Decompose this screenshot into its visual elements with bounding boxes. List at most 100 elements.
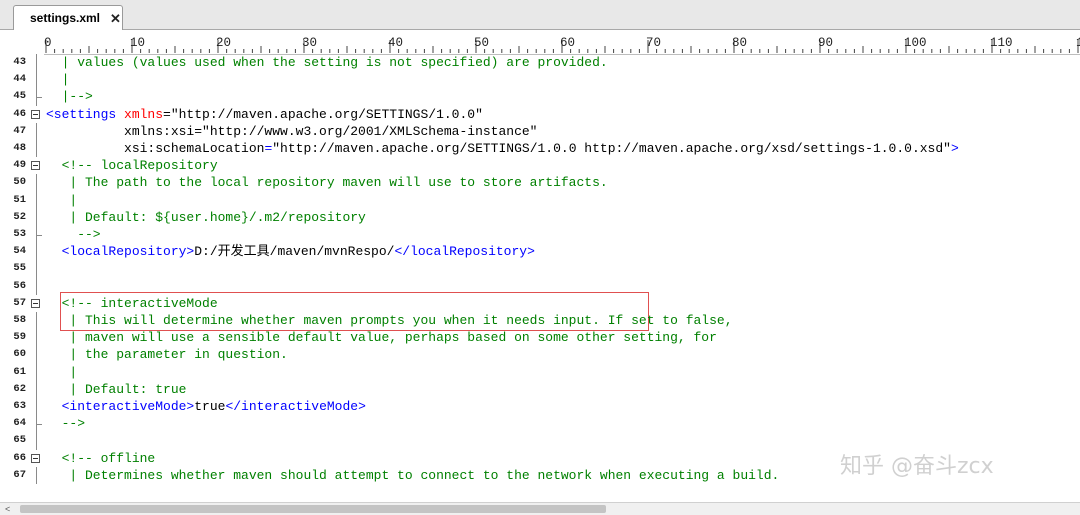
close-icon[interactable]: ✕ <box>110 12 121 25</box>
code-token: | maven will use a sensible default valu… <box>46 330 717 346</box>
line-number: 55 <box>13 262 26 275</box>
tab-title: settings.xml <box>30 11 101 25</box>
code-line[interactable]: 53 --> <box>0 226 1080 243</box>
code-line[interactable]: 58 | This will determine whether maven p… <box>0 312 1080 329</box>
code-text: <!-- localRepository <box>46 157 218 174</box>
fold-collapse-icon[interactable] <box>31 453 40 463</box>
code-text: | the parameter in question. <box>46 346 287 363</box>
ruler-label: 40 <box>388 36 404 50</box>
code-text: xmlns:xsi="http://www.w3.org/2001/XMLSch… <box>46 123 537 140</box>
column-ruler: 0 10 20 30 40 50 60 70 80 90 100 110 12 <box>0 36 1080 55</box>
ruler-label: 80 <box>732 36 748 50</box>
code-line[interactable]: 43 | values (values used when the settin… <box>0 54 1080 71</box>
fold-guide <box>36 71 37 89</box>
fold-guide <box>36 243 37 261</box>
code-line[interactable]: 56 <box>0 278 1080 295</box>
code-line[interactable]: 50 | The path to the local repository ma… <box>0 174 1080 191</box>
code-token: |--> <box>46 89 93 105</box>
fold-guide <box>36 346 37 364</box>
code-token: | This will determine whether maven prom… <box>46 313 733 328</box>
code-line[interactable]: 61 | <box>0 364 1080 381</box>
code-line[interactable]: 52 | Default: ${user.home}/.m2/repositor… <box>0 209 1080 226</box>
code-line[interactable]: 51 | <box>0 192 1080 209</box>
fold-guide <box>36 312 37 330</box>
fold-collapse-icon[interactable] <box>31 161 40 171</box>
code-token: <settings <box>46 106 125 122</box>
fold-guide <box>36 208 37 226</box>
code-line[interactable]: 65 <box>0 432 1080 449</box>
fold-guide <box>36 54 37 72</box>
code-text: <localRepository>D:/开发工具/maven/mvnRespo/… <box>46 243 535 260</box>
code-line[interactable]: 49 <!-- localRepository <box>0 157 1080 174</box>
code-text: | This will determine whether maven prom… <box>46 312 733 329</box>
code-line[interactable]: 64 --> <box>0 415 1080 432</box>
line-number: 46 <box>13 107 26 120</box>
fold-collapse-icon[interactable] <box>31 298 40 308</box>
watermark: 知乎 @奋斗zcx <box>840 454 994 479</box>
code-token: > <box>950 141 959 156</box>
line-number: 62 <box>13 382 26 395</box>
code-line[interactable]: 60 | the parameter in question. <box>0 346 1080 363</box>
code-line[interactable]: 47 xmlns:xsi="http://www.w3.org/2001/XML… <box>0 123 1080 140</box>
code-token: --> <box>46 227 101 242</box>
code-text: | Default: ${user.home}/.m2/repository <box>46 209 365 226</box>
scroll-left-icon[interactable]: < <box>5 503 10 515</box>
fold-end-marker <box>36 424 42 426</box>
fold-guide <box>36 277 37 295</box>
code-line[interactable]: 46 <settings xmlns="http://maven.apache.o… <box>0 106 1080 123</box>
line-number: 52 <box>13 210 26 223</box>
code-text: xsi:schemaLocation="http://maven.apache.… <box>46 140 959 157</box>
line-number: 45 <box>13 90 26 103</box>
scrollbar-thumb[interactable] <box>20 505 606 513</box>
code-text: | The path to the local repository maven… <box>46 174 608 191</box>
code-line[interactable]: 45 |--> <box>0 88 1080 105</box>
code-token: | Default: true <box>46 381 187 397</box>
code-line[interactable]: 55 <box>0 260 1080 277</box>
horizontal-scrollbar[interactable]: < <box>0 502 1080 515</box>
fold-guide <box>36 191 37 209</box>
ruler-label: 0 <box>44 36 52 50</box>
line-number: 65 <box>13 434 26 447</box>
code-text: | values (values used when the setting i… <box>46 54 608 71</box>
line-number: 44 <box>13 73 26 86</box>
code-token: </localRepository> <box>394 244 535 260</box>
line-number: 48 <box>13 142 26 154</box>
code-token: <!-- localRepository <box>46 158 218 174</box>
code-line[interactable]: 62 | Default: true <box>0 381 1080 398</box>
code-token: --> <box>46 416 86 432</box>
line-number: 47 <box>13 124 26 137</box>
code-line[interactable]: 48 xsi:schemaLocation="http://maven.apac… <box>0 140 1080 157</box>
code-line[interactable]: 63 <interactiveMode>true</interactiveMod… <box>0 398 1080 415</box>
code-token: | values (values used when the setting i… <box>46 55 608 70</box>
fold-guide <box>36 398 37 416</box>
line-number: 66 <box>13 451 26 464</box>
code-token: xsi:schemaLocation <box>46 141 265 156</box>
code-line[interactable]: 57 <!-- interactiveMode <box>0 295 1080 312</box>
tab-settings-xml[interactable]: settings.xml ✕ <box>13 5 123 30</box>
code-text: | Determines whether maven should attemp… <box>46 467 779 484</box>
code-token: D:/开发工具/maven/mvnRespo/ <box>194 244 395 260</box>
fold-guide <box>36 260 37 278</box>
fold-guide <box>36 329 37 347</box>
fold-guide <box>36 432 37 450</box>
code-token: <!-- offline <box>46 450 156 466</box>
code-token: | <box>46 72 70 88</box>
code-token: <interactiveMode> <box>46 399 195 414</box>
code-text: <!-- offline <box>46 450 156 467</box>
line-number: 56 <box>13 279 26 292</box>
code-editor[interactable]: 43 | values (values used when the settin… <box>0 54 1080 502</box>
code-text: | maven will use a sensible default valu… <box>46 329 717 346</box>
ruler-label: 20 <box>216 36 232 50</box>
line-number: 57 <box>13 296 26 309</box>
code-line[interactable]: 59 | maven will use a sensible default v… <box>0 329 1080 346</box>
code-token: | The path to the local repository maven… <box>46 175 608 191</box>
ruler-label: 12 <box>1076 36 1080 50</box>
code-line[interactable]: 54 <localRepository>D:/开发工具/maven/mvnRes… <box>0 243 1080 260</box>
fold-end-marker <box>36 97 42 99</box>
fold-guide <box>36 140 37 158</box>
ruler-label: 60 <box>560 36 576 50</box>
fold-end-marker <box>36 235 42 236</box>
code-line[interactable]: 44 | <box>0 71 1080 88</box>
fold-collapse-icon[interactable] <box>31 109 40 119</box>
fold-guide <box>36 380 37 398</box>
